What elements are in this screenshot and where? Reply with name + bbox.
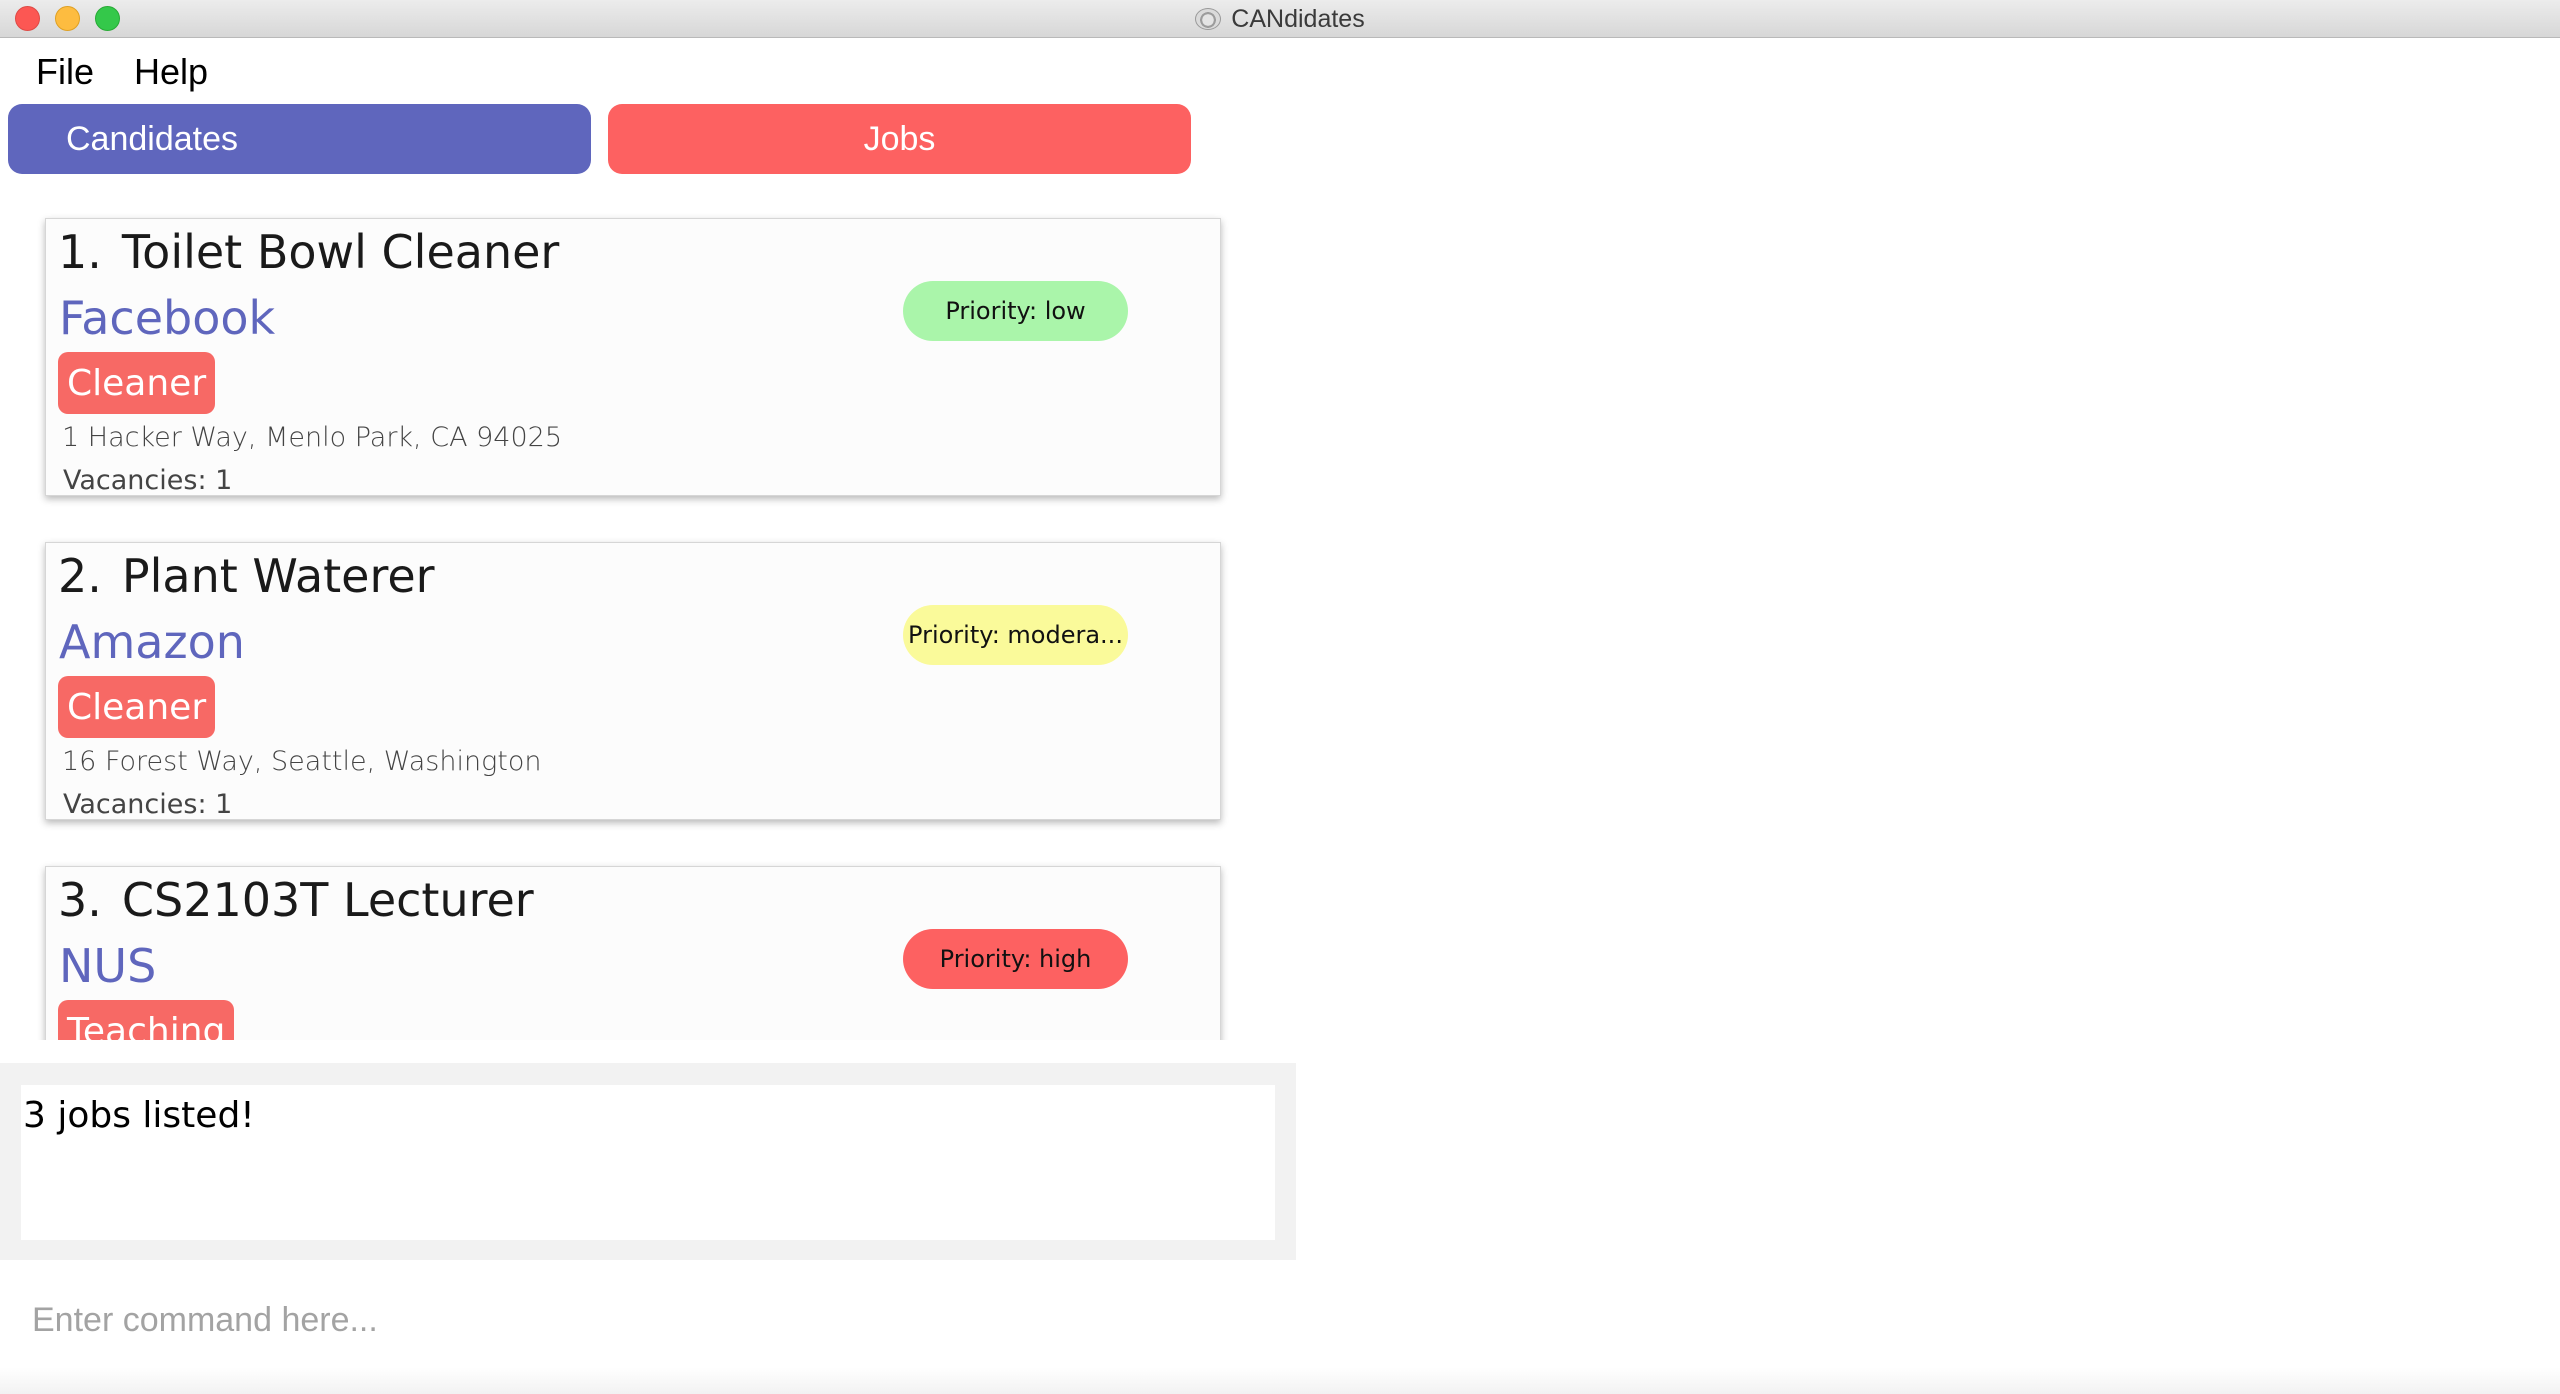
- priority-badge: Priority: high: [903, 929, 1128, 989]
- priority-badge: Priority: low: [903, 281, 1128, 341]
- job-tag: Cleaner: [58, 352, 216, 414]
- tab-candidates-label: Candidates: [66, 119, 239, 158]
- job-title-row: 2. Plant Waterer: [58, 549, 435, 603]
- job-vacancies: Vacancies: 1: [63, 789, 233, 820]
- job-company: NUS: [59, 939, 157, 993]
- job-vacancies: Vacancies: 1: [63, 465, 233, 496]
- tab-jobs-label: Jobs: [863, 119, 936, 158]
- command-input[interactable]: [30, 1288, 2330, 1352]
- job-title: Toilet Bowl Cleaner: [121, 225, 560, 279]
- result-display-panel: 3 jobs listed!: [0, 1063, 1296, 1260]
- job-address: 1 Hacker Way, Menlo Park, CA 94025: [62, 422, 563, 453]
- job-address: 16 Forest Way, Seattle, Washington: [62, 746, 542, 777]
- job-title-row: 3. CS2103T Lecturer: [58, 873, 534, 927]
- menu-bar: File Help: [0, 39, 208, 105]
- job-company: Facebook: [59, 291, 276, 345]
- job-title: Plant Waterer: [121, 549, 435, 603]
- command-box: [0, 1260, 2560, 1394]
- job-company: Amazon: [59, 615, 245, 669]
- job-list[interactable]: 1. Toilet Bowl Cleaner Facebook Cleaner 1…: [0, 190, 1295, 1040]
- job-tag: Cleaner: [58, 676, 216, 738]
- job-tag: Teaching: [58, 1000, 235, 1040]
- job-index: 2.: [58, 549, 102, 603]
- window-title-bar: CANdidates: [0, 0, 2560, 38]
- result-display: 3 jobs listed!: [21, 1085, 1275, 1240]
- job-title-row: 1. Toilet Bowl Cleaner: [58, 225, 559, 279]
- priority-badge: Priority: modera...: [903, 605, 1128, 665]
- job-card[interactable]: 1. Toilet Bowl Cleaner Facebook Cleaner 1…: [45, 218, 1221, 496]
- tab-candidates[interactable]: Candidates: [8, 104, 591, 174]
- job-title: CS2103T Lecturer: [121, 873, 534, 927]
- menu-file[interactable]: File: [36, 51, 94, 93]
- job-card[interactable]: 2. Plant Waterer Amazon Cleaner 16 Forest…: [45, 542, 1221, 820]
- menu-help[interactable]: Help: [134, 51, 208, 93]
- job-index: 3.: [58, 873, 102, 927]
- window-title: CANdidates: [0, 0, 2560, 38]
- job-index: 1.: [58, 225, 102, 279]
- app-logo-icon: [1195, 8, 1222, 30]
- window-title-text: CANdidates: [1231, 4, 1365, 33]
- tab-jobs[interactable]: Jobs: [608, 104, 1191, 174]
- job-card[interactable]: 3. CS2103T Lecturer NUS Teaching Priority…: [45, 866, 1221, 1040]
